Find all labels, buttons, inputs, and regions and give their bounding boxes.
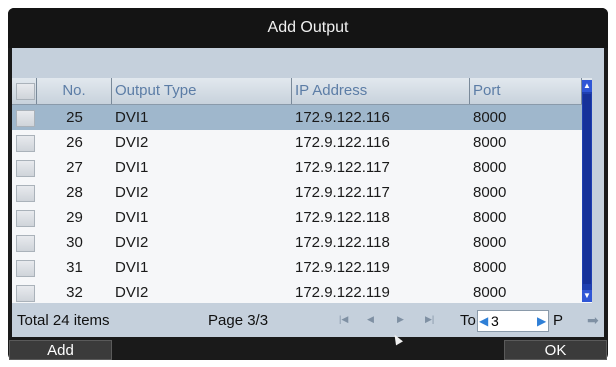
cell-output-type: DVI2 — [115, 234, 149, 251]
go-arrow-icon[interactable]: ➡ — [587, 312, 599, 329]
goto-label: To — [460, 312, 476, 329]
row-checkbox[interactable] — [12, 180, 37, 205]
table-header: No. Output Type IP Address Port — [12, 78, 592, 105]
row-checkbox[interactable] — [12, 105, 37, 130]
row-checkbox[interactable] — [12, 155, 37, 180]
next-page-icon[interactable]: ▶ — [397, 314, 404, 325]
pagination-bar: Total 24 items Page 3/3 |◀ ◀ ▶ ▶| To ◀ 3… — [12, 304, 604, 337]
cell-output-type: DVI1 — [115, 209, 149, 226]
cell-output-type: DVI1 — [115, 259, 149, 276]
cell-no: 27 — [66, 159, 83, 176]
table-row[interactable]: 27 DVI1 172.9.122.117 8000 — [12, 155, 592, 181]
scroll-up-icon[interactable]: ▲ — [582, 80, 592, 92]
row-checkbox[interactable] — [12, 280, 37, 303]
cell-output-type: DVI1 — [115, 159, 149, 176]
table-row[interactable]: 30 DVI2 172.9.122.118 8000 — [12, 230, 592, 256]
prev-page-icon[interactable]: ◀ — [367, 314, 374, 325]
page-suffix-label: P — [553, 312, 564, 329]
ok-button[interactable]: OK — [504, 340, 607, 360]
page-number-value[interactable]: 3 — [491, 311, 499, 331]
cell-ip-address: 172.9.122.118 — [295, 209, 390, 226]
row-checkbox[interactable] — [12, 255, 37, 280]
cell-no: 26 — [66, 134, 83, 151]
cell-port: 8000 — [473, 159, 507, 176]
cell-port: 8000 — [473, 284, 507, 301]
cell-port: 8000 — [473, 209, 507, 226]
cell-ip-address: 172.9.122.116 — [295, 109, 390, 126]
total-items-label: Total 24 items — [17, 312, 110, 329]
add-button[interactable]: Add — [9, 340, 112, 360]
table-row[interactable]: 26 DVI2 172.9.122.116 8000 — [12, 130, 592, 156]
table-row[interactable]: 29 DVI1 172.9.122.118 8000 — [12, 205, 592, 231]
cell-ip-address: 172.9.122.117 — [295, 184, 390, 201]
cell-port: 8000 — [473, 259, 507, 276]
page-number-input[interactable]: ◀ 3 ▶ — [477, 310, 549, 332]
cell-ip-address: 172.9.122.116 — [295, 134, 390, 151]
last-page-icon[interactable]: ▶| — [425, 314, 434, 325]
cell-no: 30 — [66, 234, 83, 251]
cell-port: 8000 — [473, 109, 507, 126]
cell-ip-address: 172.9.122.119 — [295, 259, 390, 276]
dialog-title: Add Output — [267, 19, 349, 36]
column-header-output-type[interactable]: Output Type — [112, 78, 292, 104]
column-header-ip-address[interactable]: IP Address — [292, 78, 470, 104]
scroll-down-icon[interactable]: ▼ — [582, 290, 592, 302]
cell-ip-address: 172.9.122.119 — [295, 284, 390, 301]
cell-port: 8000 — [473, 134, 507, 151]
increment-icon[interactable]: ▶ — [537, 311, 547, 331]
cell-port: 8000 — [473, 184, 507, 201]
column-header-port[interactable]: Port — [470, 78, 582, 104]
cell-no: 28 — [66, 184, 83, 201]
table-row[interactable]: 32 DVI2 172.9.122.119 8000 — [12, 280, 592, 303]
row-checkbox[interactable] — [12, 205, 37, 230]
page-indicator: Page 3/3 — [208, 312, 269, 329]
cell-port: 8000 — [473, 234, 507, 251]
cell-no: 25 — [66, 109, 83, 126]
cell-output-type: DVI1 — [115, 109, 149, 126]
table-row[interactable]: 25 DVI1 172.9.122.116 8000 — [12, 105, 592, 131]
first-page-icon[interactable]: |◀ — [339, 314, 348, 325]
row-checkbox[interactable] — [12, 130, 37, 155]
cell-no: 29 — [66, 209, 83, 226]
row-checkbox[interactable] — [12, 230, 37, 255]
table-row[interactable]: 31 DVI1 172.9.122.119 8000 — [12, 255, 592, 281]
output-table: No. Output Type IP Address Port 25 DVI1 17… — [12, 78, 592, 303]
cell-no: 32 — [66, 284, 83, 301]
cell-no: 31 — [66, 259, 83, 276]
column-header-no[interactable]: No. — [37, 78, 112, 104]
table-row[interactable]: 28 DVI2 172.9.122.117 8000 — [12, 180, 592, 206]
decrement-icon[interactable]: ◀ — [479, 311, 489, 331]
select-all-checkbox[interactable] — [12, 78, 37, 104]
title-bar: Add Output — [8, 8, 608, 48]
cell-ip-address: 172.9.122.117 — [295, 159, 390, 176]
scroll-thumb[interactable] — [583, 94, 591, 284]
cell-output-type: DVI2 — [115, 184, 149, 201]
cell-ip-address: 172.9.122.118 — [295, 234, 390, 251]
table-scrollbar[interactable]: ▲ ▼ — [582, 80, 592, 302]
cell-output-type: DVI2 — [115, 134, 149, 151]
cell-output-type: DVI2 — [115, 284, 149, 301]
